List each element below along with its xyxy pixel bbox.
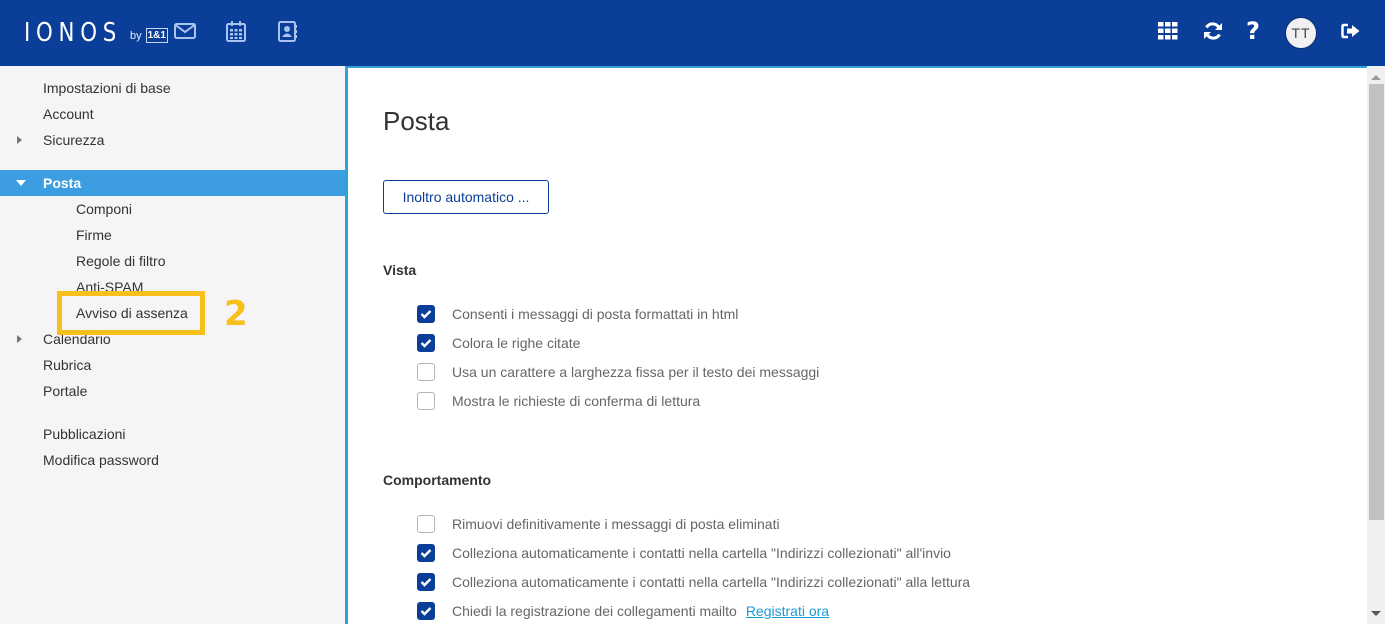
logo-by: by	[130, 30, 142, 42]
sidebar-item-posta[interactable]: Posta	[0, 170, 345, 196]
annotation-step-number: 2	[224, 294, 248, 334]
sidebar-item-label: Anti-SPAM	[76, 279, 144, 295]
sidebar-item-pubblicazioni[interactable]: Pubblicazioni	[0, 421, 345, 447]
sidebar-item-label: Rubrica	[43, 357, 92, 373]
checkbox-checked[interactable]	[417, 305, 435, 323]
scroll-up-arrow-icon[interactable]	[1371, 75, 1381, 80]
option-label: Colleziona automaticamente i contatti ne…	[452, 545, 951, 561]
sidebar-item-label: Impostazioni di base	[43, 80, 171, 96]
option-read-receipts[interactable]: Mostra le richieste di conferma di lettu…	[417, 390, 700, 412]
mail-settings-panel: Posta Inoltro automatico ... Vista Conse…	[345, 66, 1367, 624]
option-fixed-width-font[interactable]: Usa un carattere a larghezza fissa per i…	[417, 361, 819, 383]
option-label: Colora le righe citate	[452, 335, 581, 351]
sidebar-item-label: Posta	[43, 175, 82, 191]
caret-right-icon[interactable]	[17, 136, 22, 144]
vertical-scrollbar[interactable]	[1367, 66, 1385, 624]
sidebar-item-label: Sicurezza	[43, 132, 105, 148]
option-mailto-registration[interactable]: Chiedi la registrazione dei collegamenti…	[417, 600, 829, 622]
checkbox-checked[interactable]	[417, 334, 435, 352]
option-label: Rimuovi definitivamente i messaggi di po…	[452, 516, 780, 532]
logo-badge: 1&1	[145, 28, 168, 43]
option-color-quoted-lines[interactable]: Colora le righe citate	[417, 332, 580, 354]
sidebar-item-calendario[interactable]: Calendario	[0, 326, 345, 352]
option-label: Chiedi la registrazione dei collegamenti…	[452, 603, 737, 619]
mail-icon[interactable]	[172, 18, 198, 44]
option-html-messages[interactable]: Consenti i messaggi di posta formattati …	[417, 303, 738, 325]
checkbox-checked[interactable]	[417, 544, 435, 562]
contacts-icon[interactable]	[275, 18, 301, 44]
logout-icon[interactable]	[1338, 18, 1364, 44]
scrollbar-thumb[interactable]	[1369, 84, 1384, 520]
sidebar-item-label: Regole di filtro	[76, 253, 166, 269]
help-icon[interactable]: ?	[1240, 17, 1266, 45]
sidebar-item-label: Account	[43, 106, 94, 122]
sidebar-item-label: Firme	[76, 227, 112, 243]
option-label: Mostra le richieste di conferma di lettu…	[452, 393, 701, 409]
sidebar-item-portale[interactable]: Portale	[0, 378, 345, 404]
top-bar: IONOS by 1&1 ? TT	[0, 0, 1385, 66]
sidebar-item-label: Pubblicazioni	[43, 426, 126, 442]
calendar-icon[interactable]	[223, 18, 249, 44]
register-now-link[interactable]: Registrati ora	[746, 603, 829, 619]
logo-text: IONOS	[24, 18, 123, 48]
sidebar-item-impostazioni-di-base[interactable]: Impostazioni di base	[0, 75, 345, 101]
sidebar-item-sicurezza[interactable]: Sicurezza	[0, 127, 345, 153]
checkbox-unchecked[interactable]	[417, 363, 435, 381]
ionos-logo[interactable]: IONOS by 1&1	[24, 17, 168, 49]
sidebar-item-componi[interactable]: Componi	[0, 196, 345, 222]
settings-sidebar: Impostazioni di base Account Sicurezza P…	[0, 66, 345, 624]
auto-forward-button[interactable]: Inoltro automatico ...	[383, 180, 549, 214]
checkbox-unchecked[interactable]	[417, 515, 435, 533]
sidebar-item-modifica-password[interactable]: Modifica password	[0, 447, 345, 473]
caret-right-icon[interactable]	[17, 335, 22, 343]
option-collect-contacts-send[interactable]: Colleziona automaticamente i contatti ne…	[417, 542, 951, 564]
option-permanently-delete[interactable]: Rimuovi definitivamente i messaggi di po…	[417, 513, 780, 535]
sidebar-item-account[interactable]: Account	[0, 101, 345, 127]
option-label: Consenti i messaggi di posta formattati …	[452, 306, 739, 322]
sidebar-item-label: Portale	[43, 383, 88, 399]
sidebar-item-label: Modifica password	[43, 452, 159, 468]
section-title-vista: Vista	[383, 262, 417, 278]
sidebar-item-regole-di-filtro[interactable]: Regole di filtro	[0, 248, 345, 274]
sidebar-item-label: Calendario	[43, 331, 111, 347]
checkbox-checked[interactable]	[417, 573, 435, 591]
sidebar-item-firme[interactable]: Firme	[0, 222, 345, 248]
sidebar-item-rubrica[interactable]: Rubrica	[0, 352, 345, 378]
sidebar-item-label: Componi	[76, 201, 133, 217]
avatar[interactable]: TT	[1285, 17, 1317, 49]
scroll-down-arrow-icon[interactable]	[1371, 611, 1381, 616]
section-title-comportamento: Comportamento	[383, 472, 492, 488]
caret-down-icon[interactable]	[16, 180, 26, 186]
page-title: Posta	[383, 106, 450, 136]
checkbox-checked[interactable]	[417, 602, 435, 620]
sidebar-item-label: Avviso di assenza	[76, 305, 188, 321]
sidebar-item-anti-spam[interactable]: Anti-SPAM	[0, 274, 345, 300]
option-label: Usa un carattere a larghezza fissa per i…	[452, 364, 820, 380]
sidebar-item-avviso-di-assenza[interactable]: Avviso di assenza	[0, 300, 345, 326]
checkbox-unchecked[interactable]	[417, 392, 435, 410]
option-label: Colleziona automaticamente i contatti ne…	[452, 574, 971, 590]
apps-grid-icon[interactable]	[1155, 18, 1181, 44]
option-collect-contacts-read[interactable]: Colleziona automaticamente i contatti ne…	[417, 571, 970, 593]
refresh-icon[interactable]	[1200, 18, 1226, 44]
